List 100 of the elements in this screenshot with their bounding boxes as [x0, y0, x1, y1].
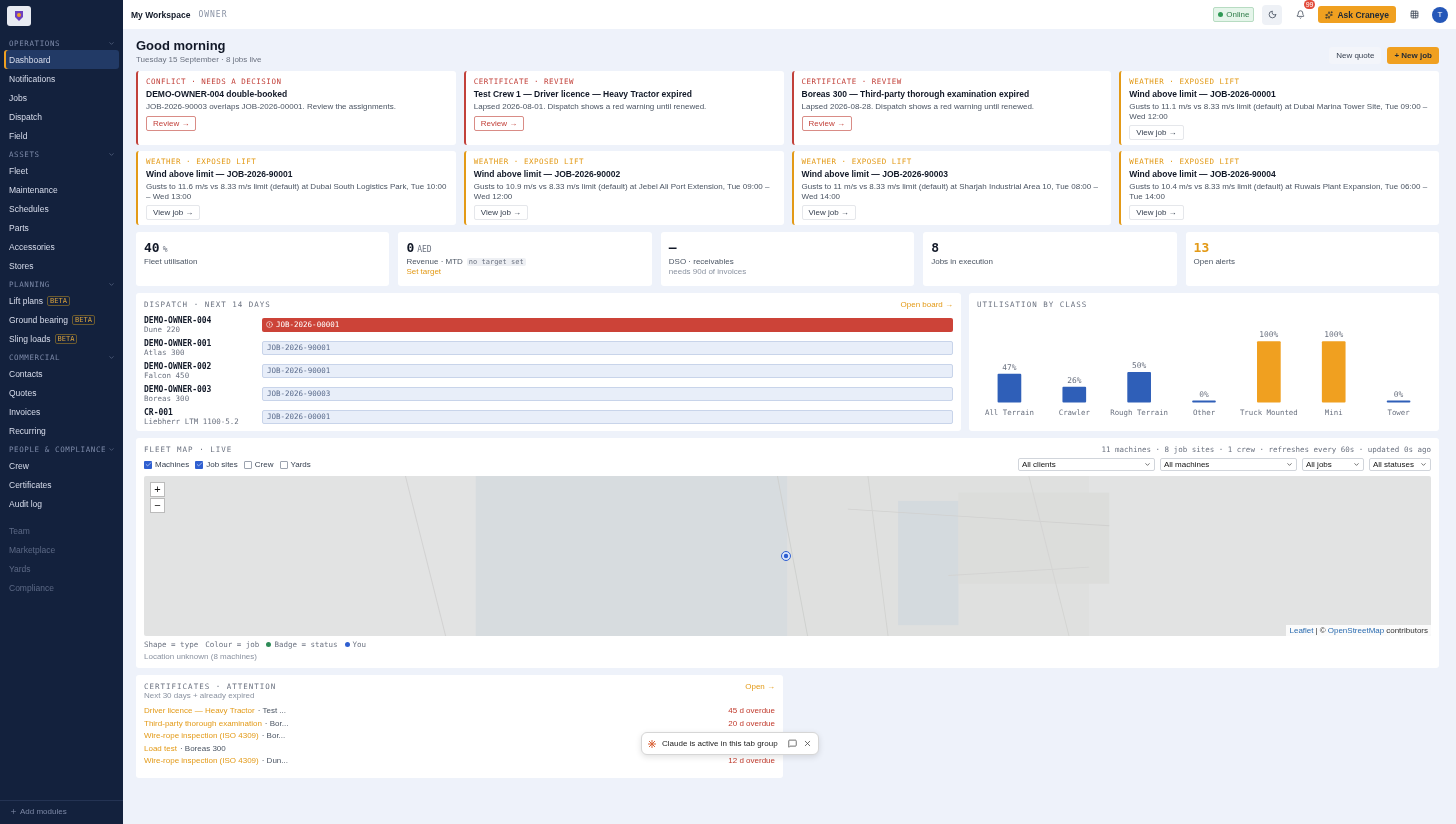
bar-value-label: 26%	[1067, 376, 1082, 386]
nav-item[interactable]: Notifications	[4, 69, 119, 88]
alert-action-button[interactable]: View job →	[1129, 125, 1184, 141]
nav-item[interactable]: Jobs	[4, 88, 119, 107]
alert-action-button[interactable]: View job →	[146, 205, 201, 221]
nav-item[interactable]: Dashboard	[4, 50, 119, 69]
nav-item[interactable]: Invoices	[4, 402, 119, 421]
chevron-icon[interactable]	[108, 354, 115, 361]
alert-action-button[interactable]: Review →	[801, 115, 852, 131]
chevron-icon[interactable]	[108, 151, 115, 158]
location-marker-icon	[781, 551, 791, 562]
nav-label: Ground bearing	[9, 314, 69, 325]
overdue-label: 20 d overdue	[728, 718, 775, 728]
alert-text: Gusts to 10.4 m/s vs 8.33 m/s limit (default) at Ruwais Plant Expansion, Tue 06:00 – Tue 14:00	[1129, 182, 1429, 202]
kpi-label: Open alerts	[1193, 257, 1235, 267]
alert-icon	[266, 321, 273, 329]
filter-select[interactable]: All jobs	[1302, 458, 1364, 472]
nav-item[interactable]: Parts	[4, 218, 119, 237]
machine-name: DEMO-OWNER-002	[144, 361, 213, 372]
kpi-value: 0	[406, 240, 415, 256]
nav-label: Contacts	[9, 368, 43, 379]
kpi-value: —	[668, 240, 677, 256]
greeting-subtitle: Tuesday 15 September · 8 jobs live	[136, 55, 262, 64]
nav-item[interactable]: Certificates	[4, 475, 119, 494]
nav-label: Audit log	[9, 498, 43, 509]
nav-item[interactable]: Stores	[4, 256, 119, 275]
close-icon[interactable]	[803, 739, 812, 749]
nav-label: Recurring	[9, 425, 46, 436]
alert-text: Lapsed 2026-08-28. Dispatch shows a red warning until renewed.	[801, 102, 1036, 112]
alert-action-button[interactable]: View job →	[1129, 205, 1184, 221]
alert-action-button[interactable]: Review →	[473, 115, 525, 131]
nav-item[interactable]: Crew	[4, 456, 119, 475]
osm-link[interactable]: OpenStreetMap	[1327, 626, 1385, 636]
chevron-icon	[1144, 461, 1151, 469]
ask-button[interactable]: Ask Craneye	[1318, 6, 1396, 23]
nav-item[interactable]: Schedules	[4, 199, 119, 218]
greeting-title: Good morning	[136, 38, 227, 53]
kpi-unit: AED	[417, 245, 432, 255]
filter-select[interactable]: All machines	[1160, 458, 1297, 472]
chevron-icon[interactable]	[108, 281, 115, 288]
chevron-icon[interactable]	[108, 446, 115, 453]
nav-label: Accessories	[9, 241, 55, 252]
checkbox[interactable]	[279, 460, 288, 469]
leaflet-link[interactable]: Leaflet	[1289, 626, 1314, 636]
overdue-label: 12 d overdue	[728, 756, 775, 766]
chart-bar	[1386, 400, 1411, 403]
new-job-button[interactable]: + New job	[1387, 47, 1439, 64]
nav-item[interactable]: Maintenance	[4, 180, 119, 199]
checkbox[interactable]	[144, 460, 152, 469]
add-modules-link[interactable]: Add modules	[0, 800, 123, 816]
nav-item[interactable]: Quotes	[4, 383, 119, 402]
chevron-icon	[1353, 461, 1360, 469]
certificate-subject: · Bor...	[261, 731, 286, 741]
bar-value-label: 0%	[1393, 390, 1404, 399]
checkbox[interactable]	[195, 460, 204, 469]
chat-icon[interactable]	[788, 739, 797, 749]
alert-action-button[interactable]: Review →	[146, 115, 197, 131]
alert-action-button[interactable]: View job →	[473, 205, 529, 221]
nav-item[interactable]: Audit log	[4, 494, 119, 513]
alert-text: Gusts to 11.1 m/s vs 8.33 m/s limit (default) at Dubai Marina Tower Site, Tue 09:00 – Wed 12:00	[1129, 102, 1429, 122]
nav-item[interactable]: Recurring	[4, 421, 119, 440]
alert-title: Wind above limit — JOB-2026-90001	[146, 169, 294, 180]
nav-label: Parts	[9, 222, 29, 233]
nav-label: Invoices	[9, 406, 41, 417]
logo-icon[interactable]	[7, 6, 31, 26]
nav-item[interactable]: Contacts	[4, 364, 119, 383]
machine-name: DEMO-OWNER-004	[144, 315, 213, 326]
nav-item[interactable]: Fleet	[4, 161, 119, 180]
zoom-in-button[interactable]: +	[150, 482, 165, 498]
chart-bar	[997, 374, 1022, 403]
sparkle-icon	[1325, 10, 1334, 19]
alert-action-button[interactable]: View job →	[801, 205, 856, 221]
checkbox-label: Crew	[254, 460, 274, 470]
alert-title: Test Crew 1 — Driver licence — Heavy Tractor expired	[473, 89, 693, 99]
nav-label: Schedules	[9, 203, 49, 214]
kpi-value: 8	[931, 240, 939, 256]
zoom-out-button[interactable]: −	[150, 498, 165, 514]
status-badge: Online	[1213, 7, 1255, 22]
nav-label: Crew	[9, 460, 29, 471]
theme-toggle-button[interactable]	[1262, 4, 1283, 25]
alert-title: DEMO-OWNER-004 double-booked	[146, 89, 289, 99]
chevron-icon[interactable]	[108, 40, 115, 47]
machine-name: CR-001	[144, 407, 174, 418]
nav-item[interactable]: Accessories	[4, 237, 119, 256]
checkbox-label: Job sites	[206, 460, 238, 470]
chart-bar	[1062, 387, 1087, 403]
kpi-label: DSO · receivables	[668, 257, 734, 267]
filter-select[interactable]: All statuses	[1369, 458, 1431, 472]
card-subtitle: Next 30 days + already expired	[144, 691, 256, 701]
filter-select[interactable]: All clients	[1018, 458, 1155, 472]
checkbox[interactable]	[243, 460, 252, 469]
avatar[interactable]: T	[1432, 6, 1448, 23]
nav-item[interactable]: Dispatch	[4, 107, 119, 126]
nav-label: Lift plans	[9, 295, 44, 306]
nav-label: Sling loads	[9, 333, 51, 344]
nav-label: Notifications	[9, 73, 56, 84]
new-quote-button[interactable]: New quote	[1329, 47, 1382, 64]
chevron-icon	[1420, 461, 1427, 469]
nav-item[interactable]: Field	[4, 126, 119, 145]
nav-label: Quotes	[9, 387, 37, 398]
